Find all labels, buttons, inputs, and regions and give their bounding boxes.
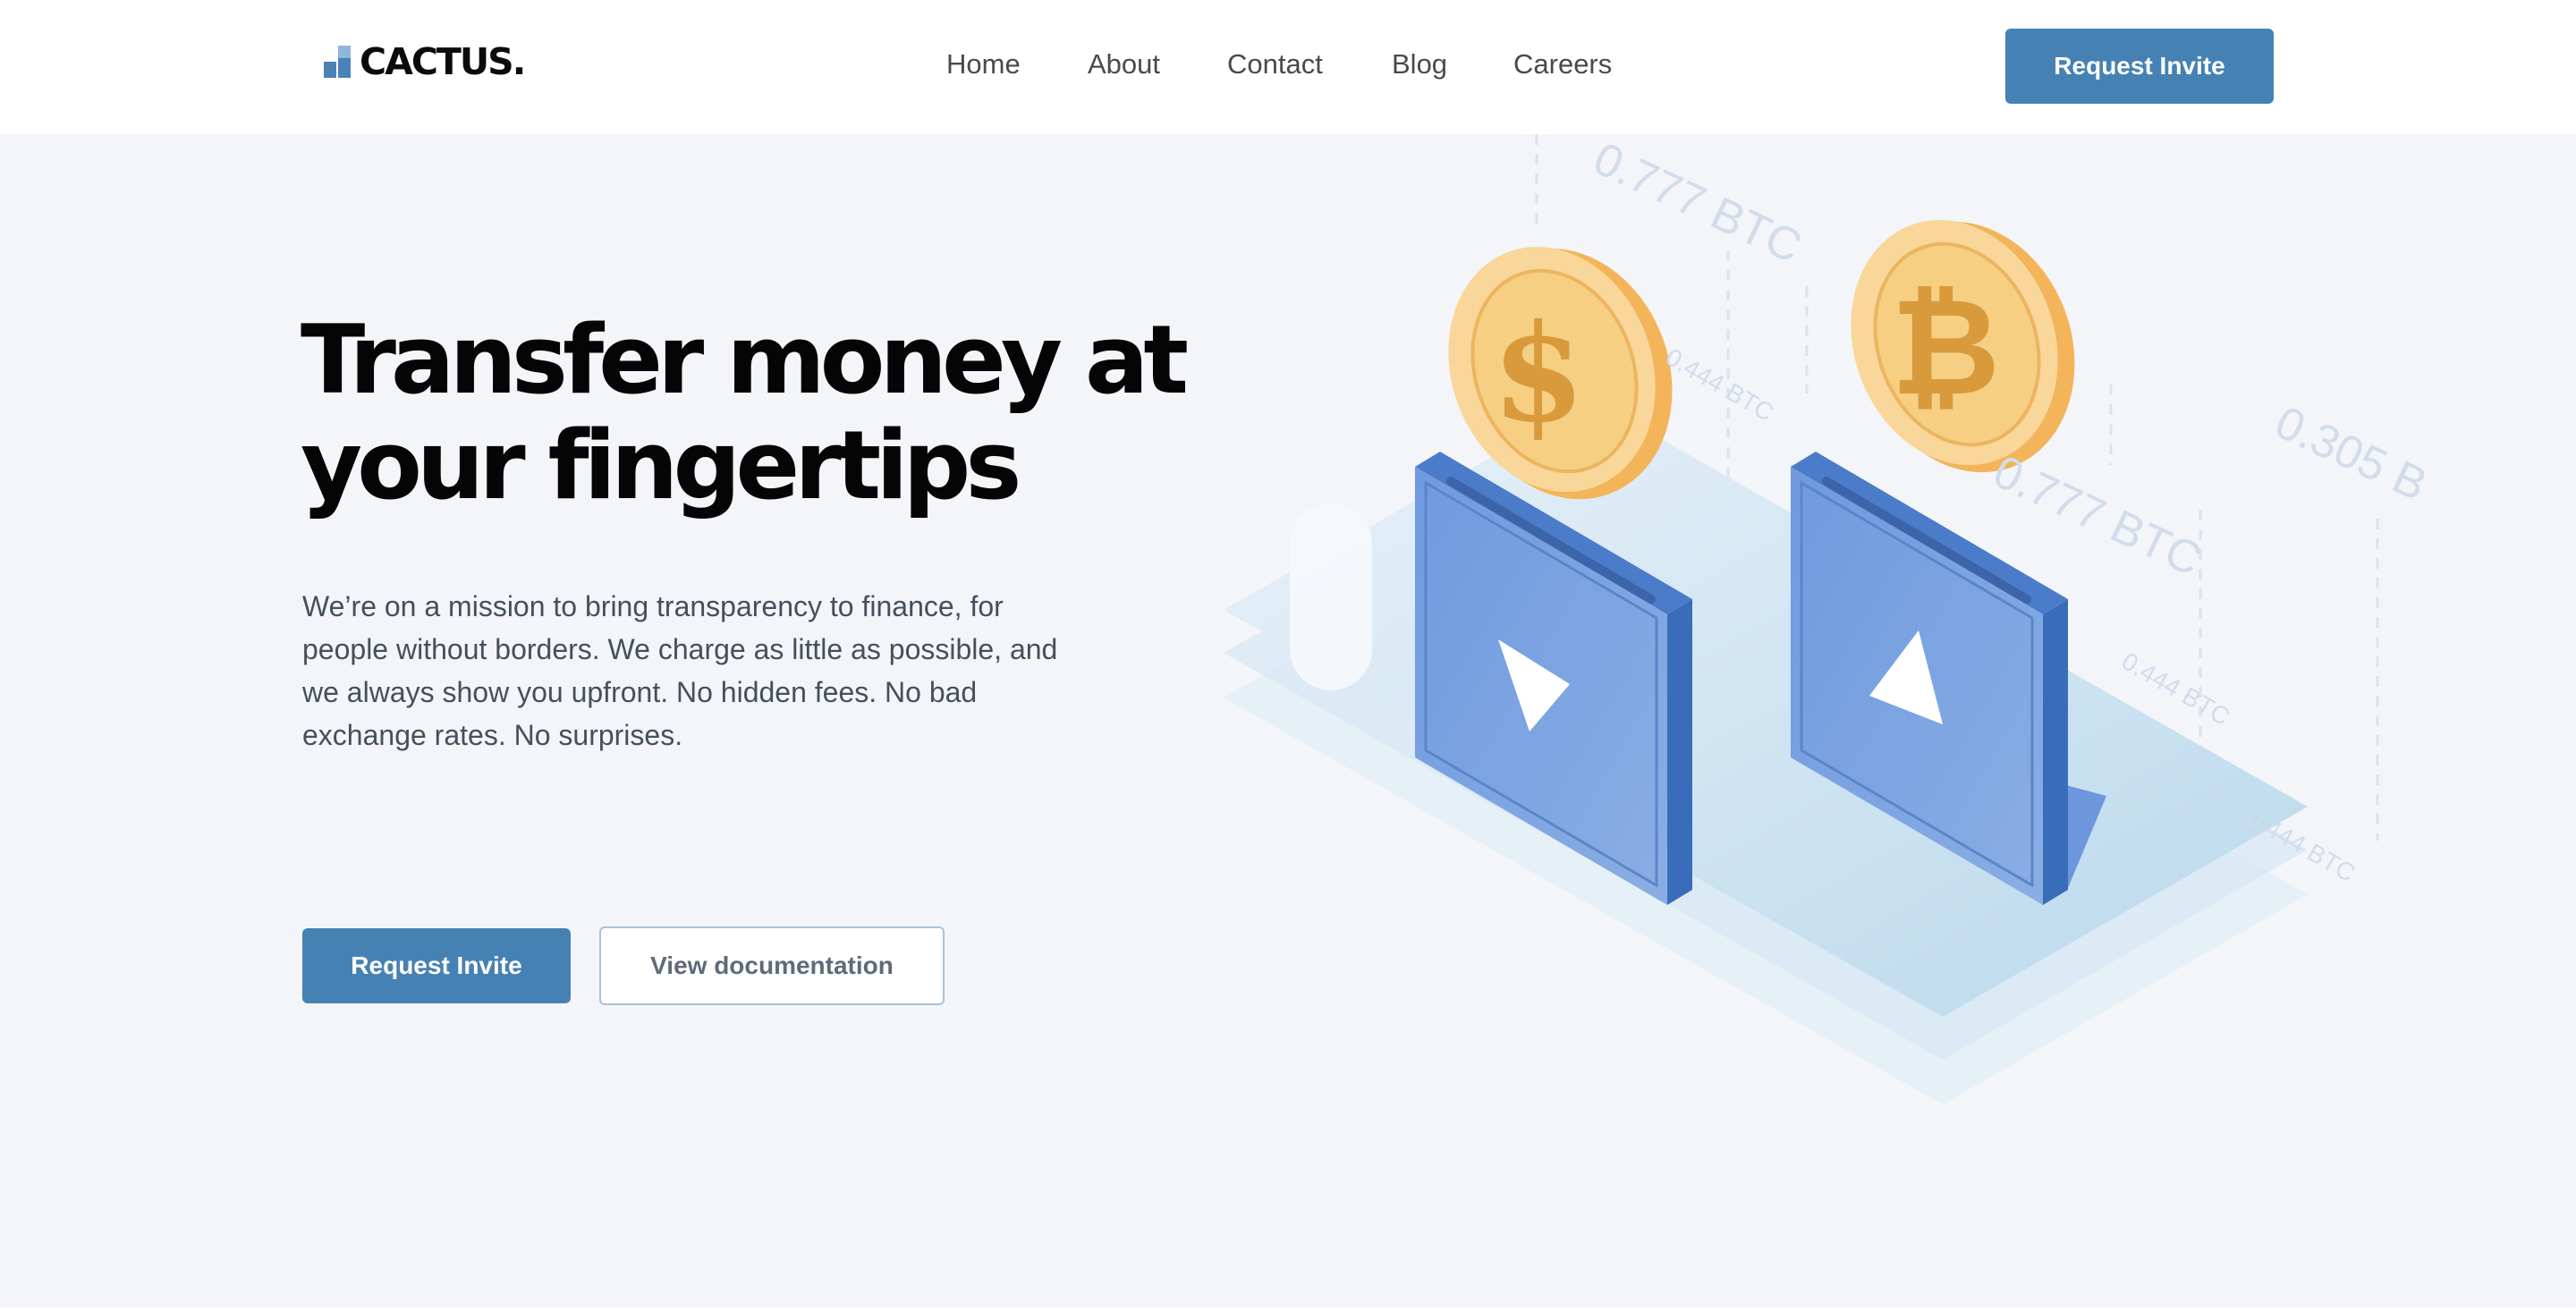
- hero-illustration: $ ₿ 0.777 BTC 0.444 BTC 0.777 BTC 0.444 …: [1224, 134, 2435, 1104]
- bitcoin-icon: ₿: [1891, 270, 2000, 426]
- faint-pill-shape: [1290, 503, 1372, 690]
- header-request-invite-button[interactable]: Request Invite: [2005, 29, 2274, 104]
- illustration-label: 0.777 BTC: [1986, 445, 2209, 587]
- brand-name: CACTUS.: [360, 40, 526, 83]
- nav-item-blog[interactable]: Blog: [1392, 48, 1447, 80]
- bitcoin-coin: ₿: [1851, 219, 2075, 473]
- hero-headline-line-1: Transfer money at: [301, 305, 1189, 415]
- illustration-label: 0.777 BTC: [1586, 134, 1809, 274]
- nav-item-contact[interactable]: Contact: [1227, 48, 1323, 80]
- hero-headline-line-2: your fingertips: [301, 410, 1022, 520]
- hero-request-invite-button[interactable]: Request Invite: [302, 928, 571, 1003]
- logo-icon: [324, 46, 354, 78]
- view-documentation-button[interactable]: View documentation: [599, 926, 945, 1005]
- dollar-icon: $: [1492, 295, 1585, 453]
- top-navigation-bar: CACTUS. Home About Contact Blog Careers …: [0, 0, 2576, 134]
- hero-description: We’re on a mission to bring transparency…: [302, 590, 1058, 751]
- illustration-label: 0.444 BTC: [1661, 343, 1778, 427]
- illustration-label: 0.305 B: [2267, 396, 2435, 511]
- nav-item-home[interactable]: Home: [946, 48, 1021, 80]
- nav-item-careers[interactable]: Careers: [1513, 48, 1612, 80]
- hero-headline: Transfer money at your fingertips: [301, 308, 1195, 519]
- brand-logo[interactable]: CACTUS.: [324, 39, 526, 84]
- nav-item-about[interactable]: About: [1088, 48, 1160, 80]
